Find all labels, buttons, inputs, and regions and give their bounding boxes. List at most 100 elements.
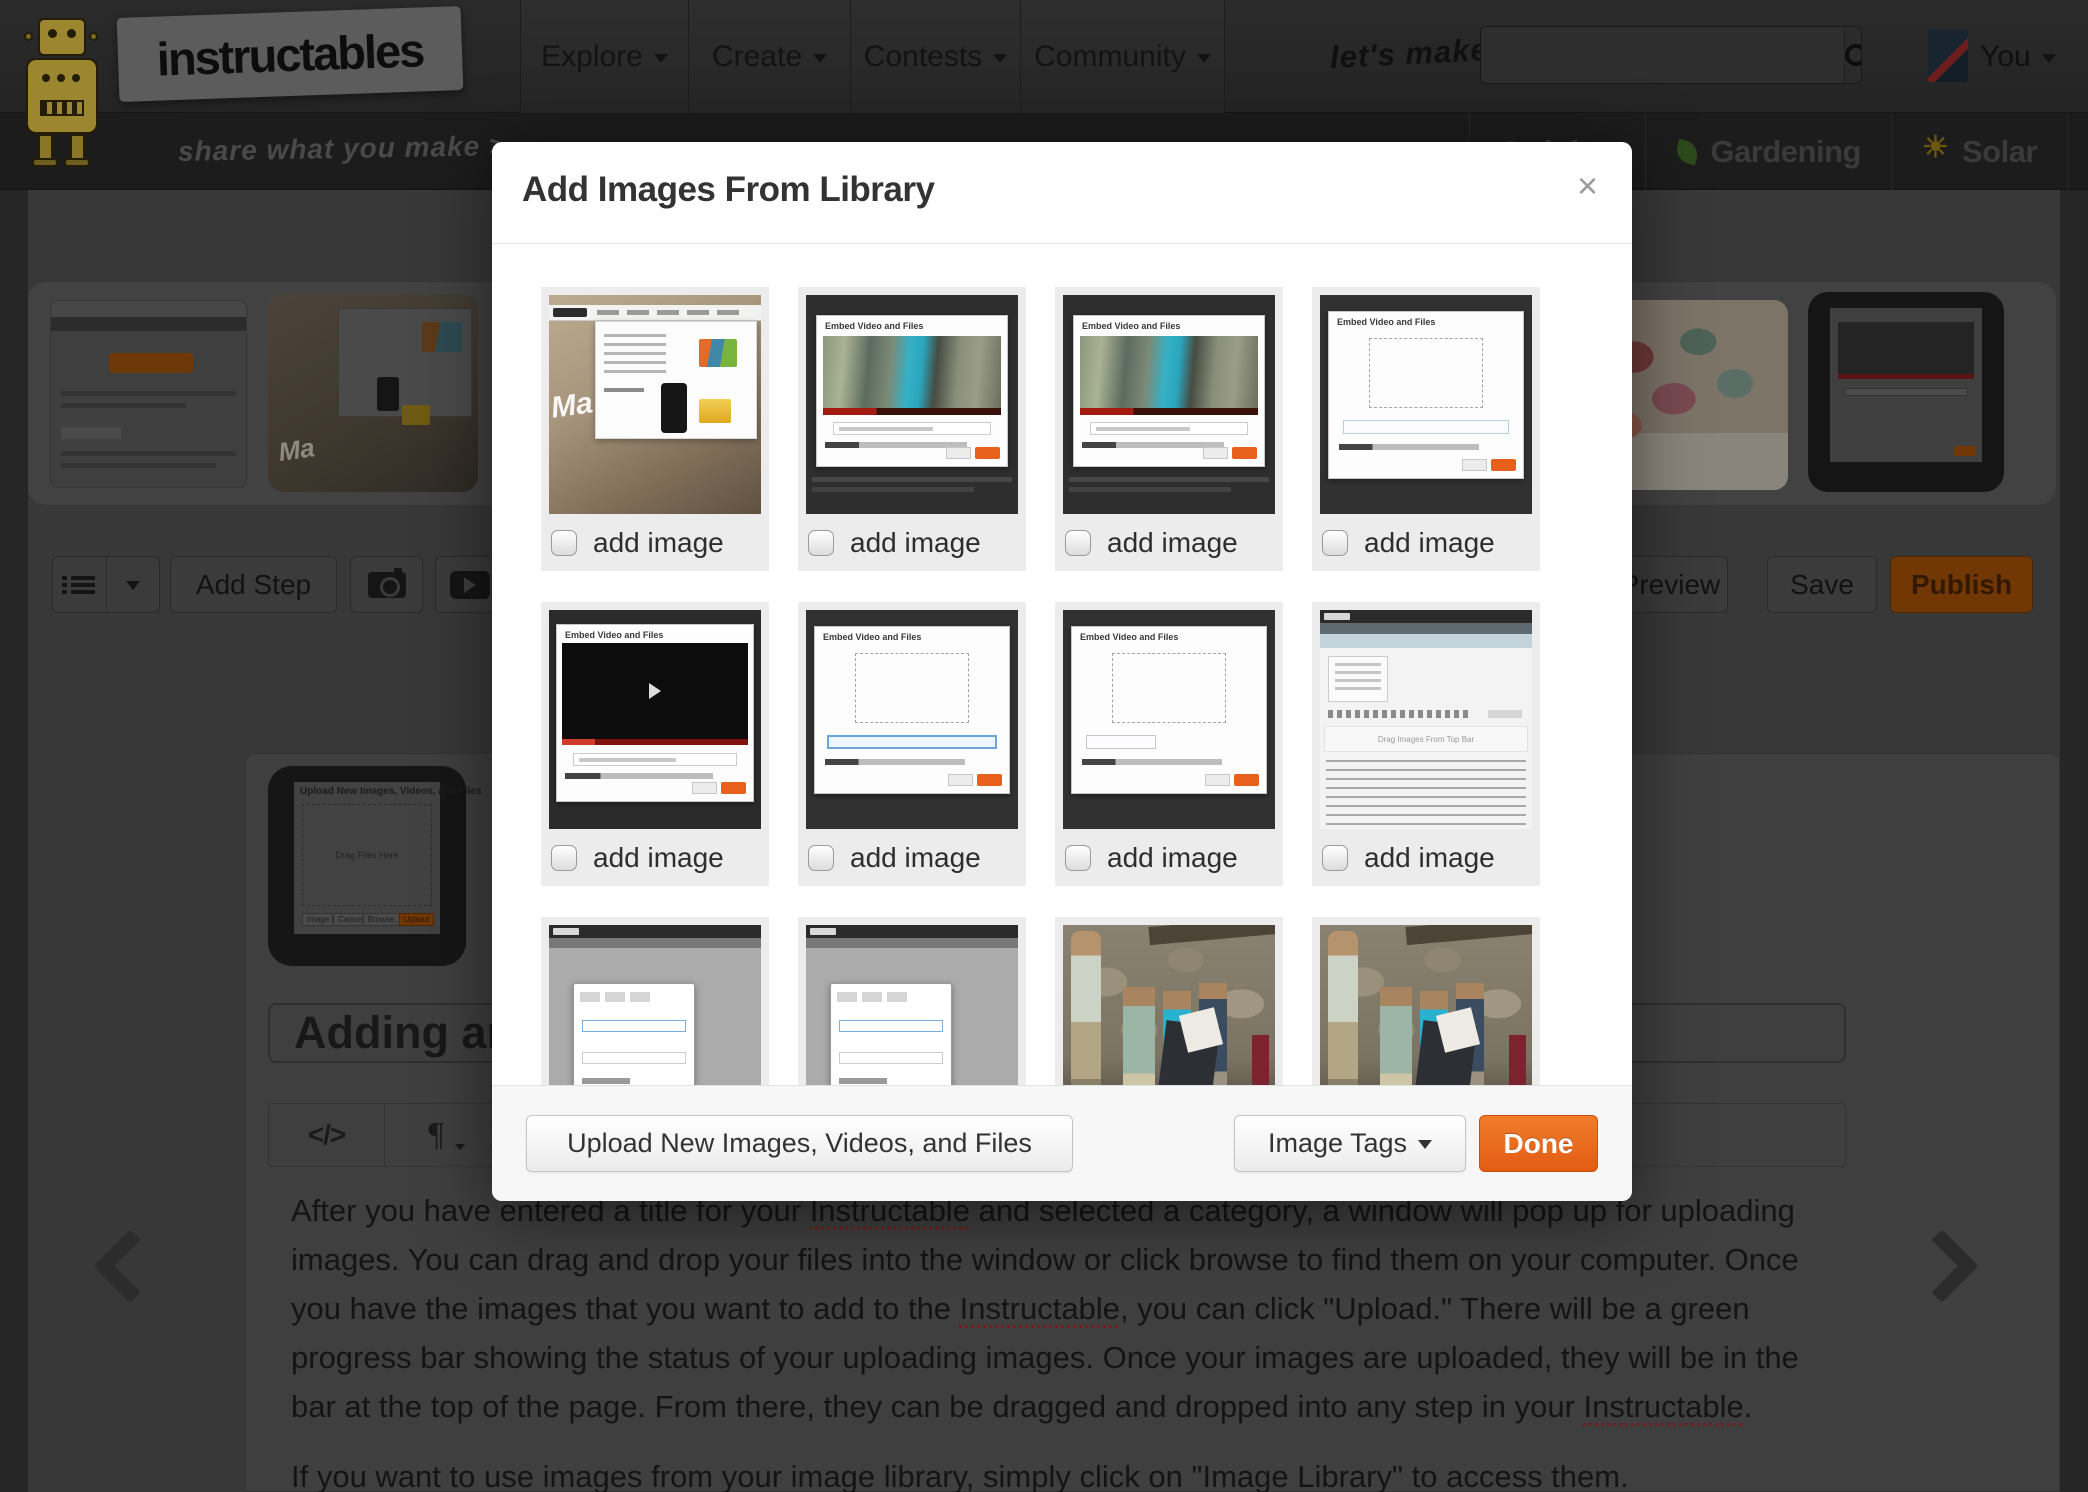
library-image-cell: Embed Video and Files add image [1055, 287, 1283, 571]
add-image-checkbox[interactable] [808, 844, 834, 871]
user-menu[interactable]: You [1980, 0, 2056, 113]
step-paragraph: After you have entered a title for your … [291, 1193, 1799, 1492]
step-list-dropdown[interactable] [105, 557, 160, 612]
add-images-modal: Add Images From Library × Ma add image Emb… [492, 142, 1632, 1201]
add-image-label: add image [1107, 841, 1238, 873]
add-image-label: add image [850, 841, 981, 873]
list-icon [62, 575, 96, 594]
library-image-cell: Embed Video and Files add image [1312, 287, 1540, 571]
chevron-down-icon [1418, 1139, 1433, 1156]
modal-header: Add Images From Library × [492, 142, 1632, 244]
modal-footer: Upload New Images, Videos, and Files Ima… [492, 1085, 1632, 1201]
upload-new-images-button[interactable]: Upload New Images, Videos, and Files [526, 1115, 1073, 1172]
add-image-label: add image [1107, 526, 1238, 558]
library-image-cell: add image [1312, 917, 1540, 1085]
library-image-cell: add image [1055, 917, 1283, 1085]
step-image-thumbnail[interactable]: Upload New Images, Videos, and Files Dra… [268, 766, 482, 966]
library-image-cell: Drag Images From Top Bar add image [1312, 602, 1540, 886]
library-image-cell: add image [798, 917, 1026, 1085]
band-practice-photo[interactable] [1063, 925, 1275, 1085]
library-image-cell: Embed Video and Files add image [798, 287, 1026, 571]
chevron-down-icon [1196, 53, 1211, 70]
modal-title: Add Images From Library [522, 170, 935, 209]
nav-explore[interactable]: Explore [520, 0, 688, 113]
camera-icon [367, 567, 406, 598]
publish-button[interactable]: Publish [1890, 556, 2033, 613]
chevron-down-icon [993, 53, 1008, 70]
add-step-button[interactable]: Add Step [170, 556, 337, 613]
instructables-robot-mascot[interactable] [12, 6, 112, 172]
band-practice-photo[interactable] [1320, 925, 1532, 1085]
chevron-down-icon [813, 53, 828, 70]
library-image-cell: Embed Video and Files add image [541, 602, 769, 886]
library-image-cell: Embed Video and Files add image [798, 602, 1026, 886]
add-image-checkbox[interactable] [1065, 844, 1091, 871]
leaf-icon [1673, 138, 1701, 165]
upload-mini-button: Upload [398, 913, 434, 926]
library-image-cell: Ma add image [541, 287, 769, 571]
embed-video-dialog-url-selected[interactable]: Embed Video and Files [806, 610, 1018, 829]
link-dialog-screenshot[interactable] [549, 925, 761, 1085]
add-photo-button[interactable] [350, 556, 423, 613]
tagline: share what you make > [177, 130, 507, 167]
save-button[interactable]: Save [1767, 556, 1877, 613]
uploaded-image-thumbnail[interactable] [50, 300, 247, 488]
image-library-grid: Ma add image Embed Video and Files add imag… [492, 244, 1632, 1085]
page-edge [2060, 190, 2088, 1492]
avatar[interactable] [1928, 30, 1968, 82]
uploaded-image-thumbnail[interactable]: Ma [268, 294, 478, 492]
add-image-label: add image [593, 526, 724, 558]
video-icon [450, 570, 490, 599]
add-image-checkbox[interactable] [1322, 844, 1348, 871]
embed-video-dialog-url[interactable]: Embed Video and Files [1063, 610, 1275, 829]
search-icon [1845, 44, 1861, 66]
search-input[interactable] [1481, 27, 1845, 83]
drag-drop-zone: Drag Files Here [302, 804, 432, 906]
logo-text: instructables [155, 22, 425, 86]
uploaded-image-thumbnail[interactable] [1808, 292, 2004, 492]
search-label: let's make [1329, 31, 1490, 76]
add-image-checkbox[interactable] [1322, 529, 1348, 556]
nav-create[interactable]: Create [688, 0, 850, 113]
library-image-cell: Embed Video and Files add image [1055, 602, 1283, 886]
image-tags-dropdown[interactable]: Image Tags [1234, 1115, 1466, 1172]
add-image-checkbox[interactable] [1065, 529, 1091, 556]
instructables-logo[interactable]: instructables [116, 6, 464, 102]
add-image-label: add image [850, 526, 981, 558]
search-box [1480, 26, 1862, 84]
primary-nav: Explore Create Contests Community [520, 0, 1225, 113]
link-dialog-screenshot[interactable] [806, 925, 1018, 1085]
channel-solar[interactable]: Solar [1890, 113, 2068, 190]
library-image-cell: add image [541, 917, 769, 1085]
step-list-button[interactable] [53, 557, 106, 612]
close-icon[interactable]: × [1577, 168, 1598, 204]
sun-icon [1922, 130, 1950, 166]
source-code-button[interactable]: </> [269, 1103, 385, 1167]
tablet-dialog-title: Upload New Images, Videos, and Files [300, 786, 482, 797]
spellcheck-underline: Instructable [959, 1291, 1120, 1326]
search-button[interactable] [1845, 27, 1861, 83]
spellcheck-underline: Instructable [1583, 1389, 1744, 1424]
embed-video-dialog-empty[interactable]: Embed Video and Files [1320, 295, 1532, 514]
add-image-label: add image [593, 841, 724, 873]
add-image-checkbox[interactable] [551, 844, 577, 871]
screen: instructables Explore Create Contests Co… [0, 0, 2088, 1492]
add-image-checkbox[interactable] [551, 529, 577, 556]
add-image-label: add image [1364, 526, 1495, 558]
top-navigation: instructables Explore Create Contests Co… [0, 0, 2088, 113]
embed-video-dialog-player[interactable]: Embed Video and Files [549, 610, 761, 829]
channel-gardening[interactable]: Gardening [1645, 113, 1891, 190]
add-image-checkbox[interactable] [808, 529, 834, 556]
done-button[interactable]: Done [1479, 1115, 1598, 1172]
editor-page-screenshot[interactable]: Drag Images From Top Bar [1320, 610, 1532, 829]
paragraph-style-button[interactable]: ¶ [399, 1103, 473, 1167]
nav-contests[interactable]: Contests [850, 0, 1020, 113]
chevron-down-icon [125, 580, 140, 597]
embed-video-dialog-filled[interactable]: Embed Video and Files [806, 295, 1018, 514]
nav-community[interactable]: Community [1020, 0, 1225, 113]
chevron-down-icon [653, 53, 668, 70]
homepage-screenshot[interactable]: Ma [549, 295, 761, 514]
embed-video-dialog-filled[interactable]: Embed Video and Files [1063, 295, 1275, 514]
chevron-down-icon [2041, 53, 2056, 70]
step-list-button-group [52, 556, 160, 613]
